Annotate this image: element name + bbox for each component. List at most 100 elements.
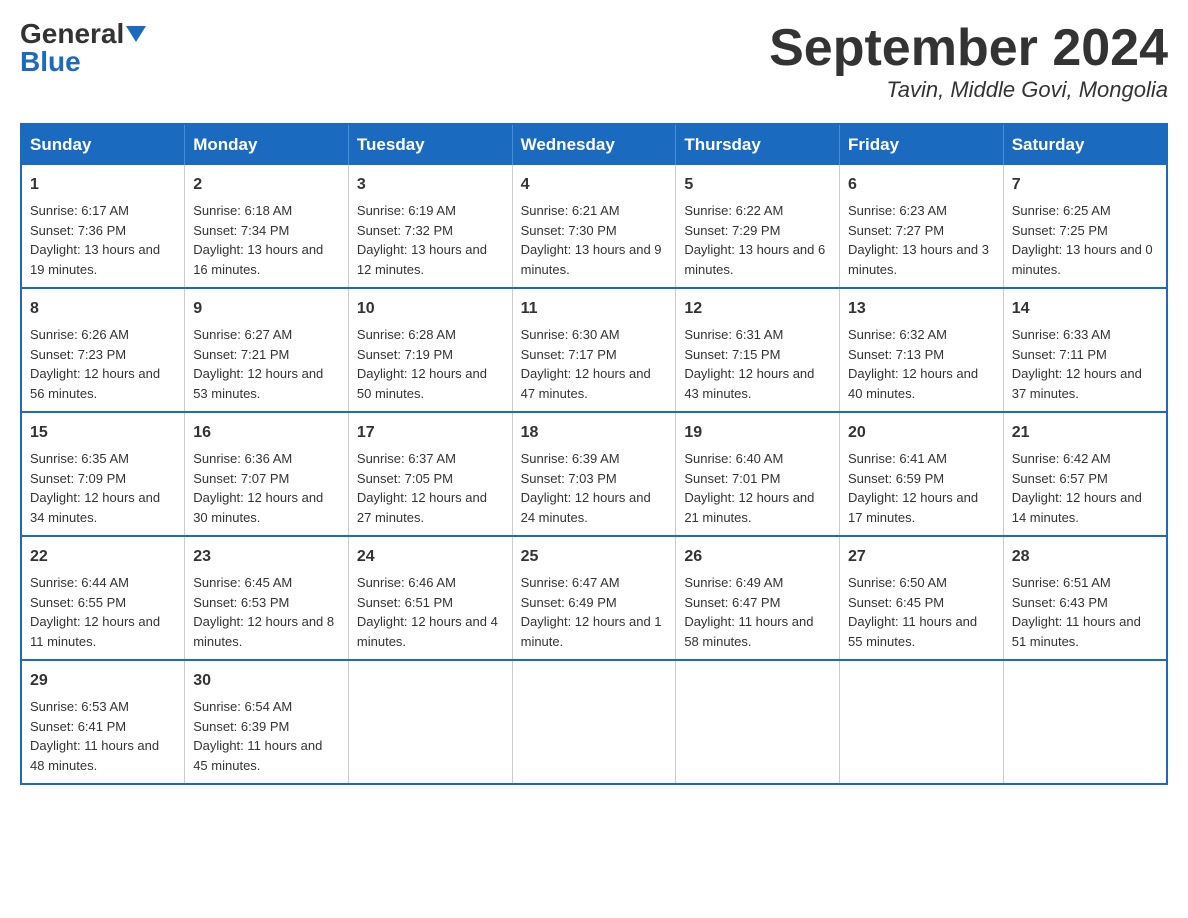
daylight-text: Daylight: 13 hours and 19 minutes. bbox=[30, 242, 160, 277]
sunrise-text: Sunrise: 6:54 AM bbox=[193, 699, 292, 714]
logo: General Blue bbox=[20, 20, 146, 76]
sunset-text: Sunset: 7:30 PM bbox=[521, 223, 617, 238]
sunset-text: Sunset: 7:15 PM bbox=[684, 347, 780, 362]
calendar-week-row: 1 Sunrise: 6:17 AM Sunset: 7:36 PM Dayli… bbox=[21, 165, 1167, 288]
sunrise-text: Sunrise: 6:47 AM bbox=[521, 575, 620, 590]
sunrise-text: Sunrise: 6:26 AM bbox=[30, 327, 129, 342]
daylight-text: Daylight: 11 hours and 55 minutes. bbox=[848, 614, 977, 649]
col-thursday: Thursday bbox=[676, 124, 840, 165]
day-number: 12 bbox=[684, 297, 831, 321]
day-number: 10 bbox=[357, 297, 504, 321]
calendar-cell: 10 Sunrise: 6:28 AM Sunset: 7:19 PM Dayl… bbox=[348, 288, 512, 412]
calendar-cell: 26 Sunrise: 6:49 AM Sunset: 6:47 PM Dayl… bbox=[676, 536, 840, 660]
daylight-text: Daylight: 12 hours and 40 minutes. bbox=[848, 366, 978, 401]
sunset-text: Sunset: 7:29 PM bbox=[684, 223, 780, 238]
sunrise-text: Sunrise: 6:41 AM bbox=[848, 451, 947, 466]
calendar-cell: 5 Sunrise: 6:22 AM Sunset: 7:29 PM Dayli… bbox=[676, 165, 840, 288]
col-saturday: Saturday bbox=[1003, 124, 1167, 165]
calendar-cell: 2 Sunrise: 6:18 AM Sunset: 7:34 PM Dayli… bbox=[185, 165, 349, 288]
daylight-text: Daylight: 13 hours and 16 minutes. bbox=[193, 242, 323, 277]
daylight-text: Daylight: 11 hours and 58 minutes. bbox=[684, 614, 813, 649]
day-number: 27 bbox=[848, 545, 995, 569]
daylight-text: Daylight: 12 hours and 1 minute. bbox=[521, 614, 662, 649]
day-number: 23 bbox=[193, 545, 340, 569]
daylight-text: Daylight: 13 hours and 0 minutes. bbox=[1012, 242, 1153, 277]
daylight-text: Daylight: 13 hours and 6 minutes. bbox=[684, 242, 825, 277]
calendar-cell: 28 Sunrise: 6:51 AM Sunset: 6:43 PM Dayl… bbox=[1003, 536, 1167, 660]
sunrise-text: Sunrise: 6:49 AM bbox=[684, 575, 783, 590]
sunrise-text: Sunrise: 6:17 AM bbox=[30, 203, 129, 218]
sunset-text: Sunset: 7:05 PM bbox=[357, 471, 453, 486]
day-number: 25 bbox=[521, 545, 668, 569]
daylight-text: Daylight: 12 hours and 27 minutes. bbox=[357, 490, 487, 525]
calendar-cell: 29 Sunrise: 6:53 AM Sunset: 6:41 PM Dayl… bbox=[21, 660, 185, 784]
day-number: 6 bbox=[848, 173, 995, 197]
sunset-text: Sunset: 7:19 PM bbox=[357, 347, 453, 362]
day-number: 3 bbox=[357, 173, 504, 197]
daylight-text: Daylight: 12 hours and 43 minutes. bbox=[684, 366, 814, 401]
day-number: 21 bbox=[1012, 421, 1158, 445]
sunrise-text: Sunrise: 6:35 AM bbox=[30, 451, 129, 466]
day-number: 17 bbox=[357, 421, 504, 445]
logo-triangle-icon bbox=[126, 26, 146, 42]
sunrise-text: Sunrise: 6:36 AM bbox=[193, 451, 292, 466]
calendar-cell: 8 Sunrise: 6:26 AM Sunset: 7:23 PM Dayli… bbox=[21, 288, 185, 412]
day-number: 7 bbox=[1012, 173, 1158, 197]
daylight-text: Daylight: 12 hours and 14 minutes. bbox=[1012, 490, 1142, 525]
day-number: 26 bbox=[684, 545, 831, 569]
sunset-text: Sunset: 7:11 PM bbox=[1012, 347, 1107, 362]
logo-blue-text: Blue bbox=[20, 48, 81, 76]
month-title: September 2024 bbox=[769, 20, 1168, 77]
calendar-week-row: 15 Sunrise: 6:35 AM Sunset: 7:09 PM Dayl… bbox=[21, 412, 1167, 536]
calendar-cell: 7 Sunrise: 6:25 AM Sunset: 7:25 PM Dayli… bbox=[1003, 165, 1167, 288]
day-number: 8 bbox=[30, 297, 176, 321]
calendar-cell: 15 Sunrise: 6:35 AM Sunset: 7:09 PM Dayl… bbox=[21, 412, 185, 536]
sunset-text: Sunset: 6:59 PM bbox=[848, 471, 944, 486]
calendar-cell: 9 Sunrise: 6:27 AM Sunset: 7:21 PM Dayli… bbox=[185, 288, 349, 412]
day-number: 9 bbox=[193, 297, 340, 321]
col-tuesday: Tuesday bbox=[348, 124, 512, 165]
sunrise-text: Sunrise: 6:45 AM bbox=[193, 575, 292, 590]
logo-general-text: General bbox=[20, 20, 124, 48]
sunset-text: Sunset: 7:25 PM bbox=[1012, 223, 1108, 238]
sunrise-text: Sunrise: 6:33 AM bbox=[1012, 327, 1111, 342]
sunrise-text: Sunrise: 6:46 AM bbox=[357, 575, 456, 590]
day-number: 13 bbox=[848, 297, 995, 321]
sunset-text: Sunset: 6:47 PM bbox=[684, 595, 780, 610]
calendar-cell bbox=[348, 660, 512, 784]
day-number: 19 bbox=[684, 421, 831, 445]
sunrise-text: Sunrise: 6:21 AM bbox=[521, 203, 620, 218]
col-sunday: Sunday bbox=[21, 124, 185, 165]
sunset-text: Sunset: 7:27 PM bbox=[848, 223, 944, 238]
calendar-cell: 24 Sunrise: 6:46 AM Sunset: 6:51 PM Dayl… bbox=[348, 536, 512, 660]
sunrise-text: Sunrise: 6:37 AM bbox=[357, 451, 456, 466]
day-number: 18 bbox=[521, 421, 668, 445]
calendar-cell: 20 Sunrise: 6:41 AM Sunset: 6:59 PM Dayl… bbox=[840, 412, 1004, 536]
calendar-cell: 21 Sunrise: 6:42 AM Sunset: 6:57 PM Dayl… bbox=[1003, 412, 1167, 536]
daylight-text: Daylight: 12 hours and 21 minutes. bbox=[684, 490, 814, 525]
calendar-cell: 6 Sunrise: 6:23 AM Sunset: 7:27 PM Dayli… bbox=[840, 165, 1004, 288]
sunset-text: Sunset: 7:36 PM bbox=[30, 223, 126, 238]
day-number: 22 bbox=[30, 545, 176, 569]
calendar-cell: 13 Sunrise: 6:32 AM Sunset: 7:13 PM Dayl… bbox=[840, 288, 1004, 412]
calendar-cell: 19 Sunrise: 6:40 AM Sunset: 7:01 PM Dayl… bbox=[676, 412, 840, 536]
col-friday: Friday bbox=[840, 124, 1004, 165]
calendar-cell bbox=[676, 660, 840, 784]
daylight-text: Daylight: 12 hours and 17 minutes. bbox=[848, 490, 978, 525]
daylight-text: Daylight: 12 hours and 34 minutes. bbox=[30, 490, 160, 525]
calendar-cell: 4 Sunrise: 6:21 AM Sunset: 7:30 PM Dayli… bbox=[512, 165, 676, 288]
daylight-text: Daylight: 12 hours and 24 minutes. bbox=[521, 490, 651, 525]
day-number: 14 bbox=[1012, 297, 1158, 321]
sunrise-text: Sunrise: 6:18 AM bbox=[193, 203, 292, 218]
calendar-cell: 1 Sunrise: 6:17 AM Sunset: 7:36 PM Dayli… bbox=[21, 165, 185, 288]
daylight-text: Daylight: 11 hours and 51 minutes. bbox=[1012, 614, 1141, 649]
daylight-text: Daylight: 12 hours and 47 minutes. bbox=[521, 366, 651, 401]
daylight-text: Daylight: 11 hours and 45 minutes. bbox=[193, 738, 322, 773]
calendar-week-row: 8 Sunrise: 6:26 AM Sunset: 7:23 PM Dayli… bbox=[21, 288, 1167, 412]
calendar-cell: 22 Sunrise: 6:44 AM Sunset: 6:55 PM Dayl… bbox=[21, 536, 185, 660]
sunset-text: Sunset: 6:45 PM bbox=[848, 595, 944, 610]
sunset-text: Sunset: 6:39 PM bbox=[193, 719, 289, 734]
calendar-cell bbox=[512, 660, 676, 784]
day-number: 30 bbox=[193, 669, 340, 693]
sunset-text: Sunset: 6:41 PM bbox=[30, 719, 126, 734]
